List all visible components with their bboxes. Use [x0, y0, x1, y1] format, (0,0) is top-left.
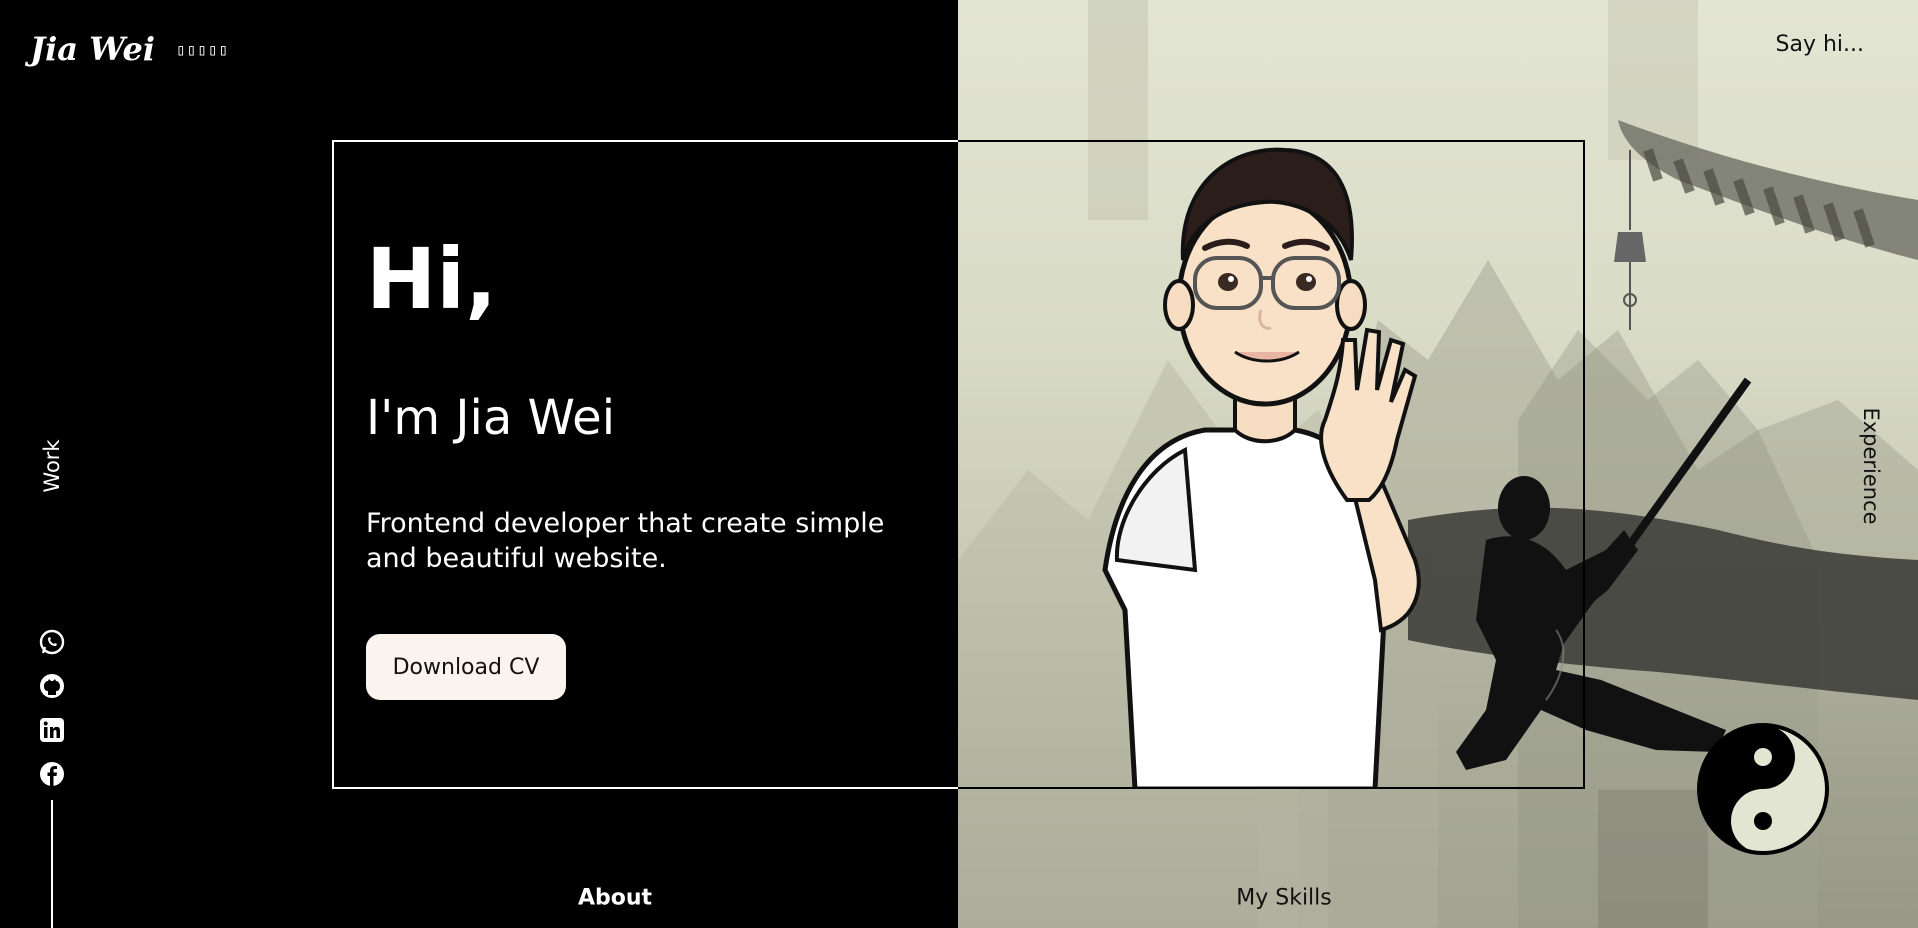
site-logo[interactable]: Jia Wei	[30, 30, 155, 68]
facebook-icon[interactable]	[38, 760, 66, 788]
github-icon[interactable]	[38, 672, 66, 700]
social-divider-line	[51, 800, 53, 928]
logo-placeholder-glyphs: ▯▯▯▯▯	[176, 40, 230, 59]
nav-my-skills[interactable]: My Skills	[1236, 886, 1332, 911]
whatsapp-icon[interactable]	[38, 628, 66, 656]
linkedin-icon[interactable]	[38, 716, 66, 744]
nav-about[interactable]: About	[578, 886, 652, 911]
hero-intro: I'm Jia Wei	[366, 390, 616, 446]
yin-yang-icon	[1697, 723, 1829, 855]
hero-description: Frontend developer that create simple an…	[366, 508, 885, 574]
hero-greeting: Hi,	[366, 230, 498, 328]
nav-work[interactable]: Work	[40, 439, 64, 492]
say-hi-link[interactable]: Say hi...	[1776, 32, 1865, 57]
nav-experience[interactable]: Experience	[1859, 407, 1883, 524]
hero-frame-right	[958, 140, 1585, 789]
social-links	[38, 628, 66, 804]
download-cv-button[interactable]: Download CV	[366, 634, 566, 700]
